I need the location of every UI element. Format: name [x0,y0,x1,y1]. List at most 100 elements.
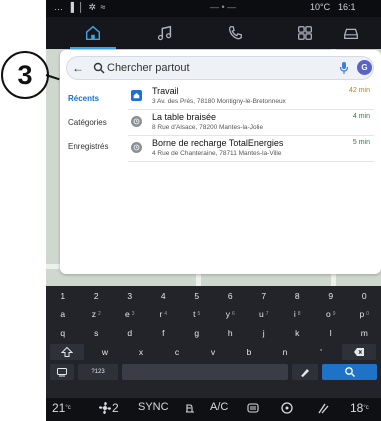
key-apostrophe[interactable]: ' [304,344,338,360]
shift-key[interactable] [50,344,84,360]
key-5[interactable]: 5 [180,288,214,304]
key-g[interactable]: g [180,325,214,341]
rear-defrost-icon[interactable] [246,401,260,415]
sync-button[interactable]: SYNC [138,401,169,413]
passenger-temperature[interactable]: 18 °c [350,401,369,415]
key-7[interactable]: 7 [247,288,281,304]
key-w[interactable]: w [88,344,122,360]
key-t[interactable]: t5 [180,306,214,322]
key-9[interactable]: 9 [314,288,348,304]
apps-icon[interactable] [292,22,318,44]
key-label: 4 [160,291,166,301]
tab-recents[interactable]: Récents [66,86,126,110]
driver-temperature[interactable]: 21 °c [52,401,71,415]
climate-bar: 21 °c 2 SYNC A/C 18 °c [46,398,381,421]
key-label: 1 [60,291,66,301]
key-y[interactable]: y6 [214,306,248,322]
key-label: u [258,309,264,319]
key-label: y [225,309,230,319]
key-s[interactable]: s [80,325,114,341]
seat-heating-control[interactable]: 2 [98,401,119,415]
key-b[interactable]: b [232,344,266,360]
key-c[interactable]: c [160,344,194,360]
key-alt-label: 7 [265,311,269,317]
key-6[interactable]: 6 [214,288,248,304]
key-label: l [329,328,332,338]
key-e[interactable]: e3 [113,306,147,322]
phone-icon[interactable] [222,22,248,44]
emoji-key[interactable] [50,364,74,380]
ac-button[interactable]: A/C [210,401,228,413]
symbols-key[interactable]: ?123 [78,364,118,380]
key-label: g [194,328,200,338]
key-alt-label: 5 [197,311,201,317]
seat-ventilation-icon[interactable] [316,401,330,415]
handwriting-icon[interactable] [292,364,318,380]
key-o[interactable]: o9 [314,306,348,322]
travel-time: 5 min [352,139,370,146]
key-label: h [227,328,233,338]
key-u[interactable]: u7 [247,306,281,322]
microphone-icon[interactable] [339,61,349,75]
steering-wheel-heat-icon[interactable] [280,401,294,415]
key-label: a [60,309,66,319]
search-input[interactable]: Chercher partout [107,62,190,74]
search-bar[interactable]: ← Chercher partout G [66,56,374,80]
key-a[interactable]: a [46,306,80,322]
key-n[interactable]: n [268,344,302,360]
key-p[interactable]: p0 [348,306,381,322]
account-avatar[interactable]: G [357,60,372,75]
key-l[interactable]: l [314,325,348,341]
key-label: s [94,328,99,338]
key-label: ' [320,347,322,357]
status-icons: … ▐ │ ✲ ≈ [54,2,107,12]
key-d[interactable]: d [113,325,147,341]
key-2[interactable]: 2 [80,288,114,304]
key-label: m [360,328,368,338]
key-label: k [295,328,300,338]
key-x[interactable]: x [124,344,158,360]
key-f[interactable]: f [147,325,181,341]
key-h[interactable]: h [214,325,248,341]
key-q[interactable]: q [46,325,80,341]
fan-level: 2 [112,401,119,415]
key-0[interactable]: 0 [348,288,381,304]
key-r[interactable]: r4 [147,306,181,322]
back-arrow-icon[interactable]: ← [72,61,84,75]
home-icon [131,90,142,101]
driver-temperature-value: 21 [52,401,66,415]
home-icon[interactable] [70,22,116,49]
music-icon[interactable] [152,22,178,44]
status-center: — • — [210,2,237,12]
key-3[interactable]: 3 [113,288,147,304]
backspace-key[interactable] [342,344,376,360]
car-icon[interactable] [338,22,364,44]
key-8[interactable]: 8 [281,288,315,304]
search-panel: ← Chercher partout G Récents Catégories … [60,50,381,274]
key-i[interactable]: i8 [281,306,315,322]
fan-icon [99,402,111,414]
tab-categories[interactable]: Catégories [66,110,126,134]
tab-saved[interactable]: Enregistrés [66,134,126,158]
space-key[interactable] [122,364,288,380]
search-key[interactable] [322,364,377,380]
list-item[interactable]: La table braisée 8 Rue d'Alsace, 78200 M… [128,110,374,136]
list-item[interactable]: Borne de recharge TotalEnergies 4 Rue de… [128,136,374,162]
key-label: w [101,347,109,357]
seat-heat-icon[interactable] [183,401,197,415]
list-item[interactable]: Travail 3 Av. des Prés, 78180 Montigny-l… [128,84,374,110]
key-label: f [162,328,165,338]
key-z[interactable]: z2 [80,306,114,322]
key-label: v [210,347,216,357]
key-label: n [282,347,288,357]
key-4[interactable]: 4 [147,288,181,304]
key-m[interactable]: m [348,325,381,341]
key-j[interactable]: j [247,325,281,341]
key-1[interactable]: 1 [46,288,80,304]
key-label: t [193,309,196,319]
key-label: 2 [93,291,99,301]
key-label: p [359,309,365,319]
key-k[interactable]: k [281,325,315,341]
key-v[interactable]: v [196,344,230,360]
key-row-1: az2e3r4t5y6u7i8o9p0 [46,304,381,324]
